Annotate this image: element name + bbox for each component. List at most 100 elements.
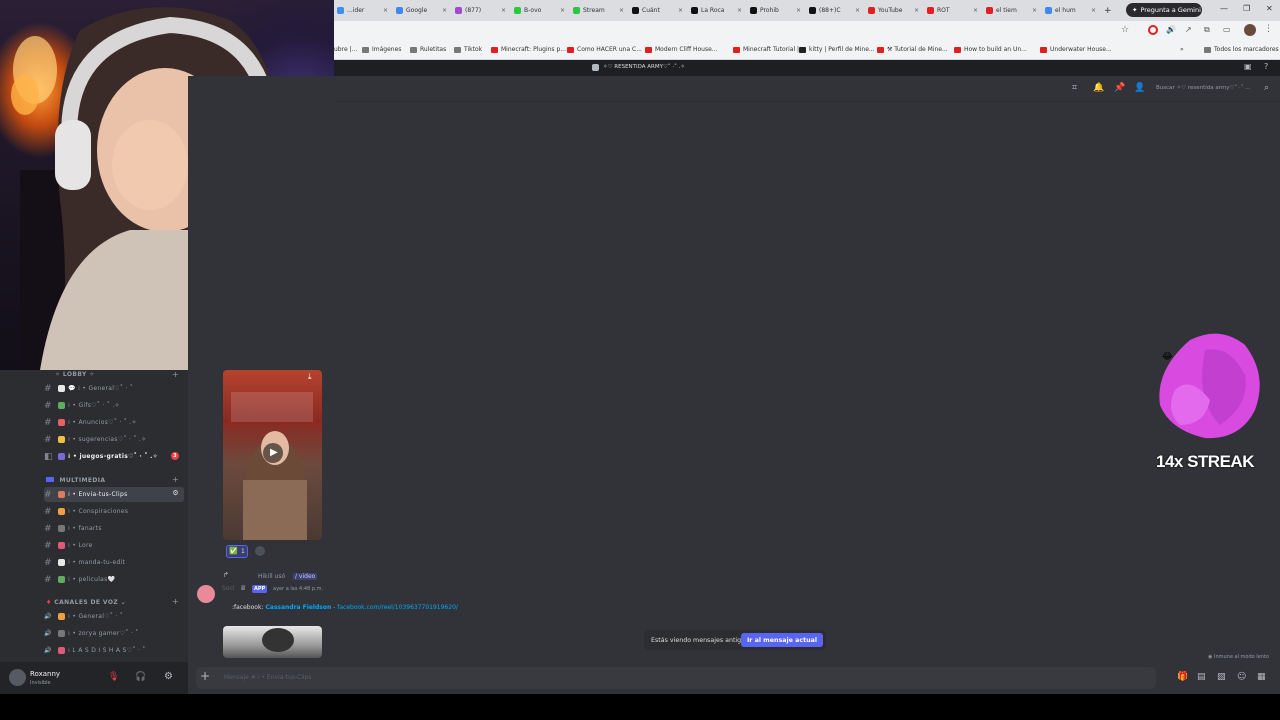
channel-item[interactable]: ◧ ⁞ • juegos-gratis♡˚ · ˚ .✧ 3	[44, 449, 184, 464]
add-channel-icon[interactable]: +	[172, 370, 179, 379]
message-input[interactable]: + Mensaje # ⁞ • Envia-tus-Clips	[196, 667, 1156, 689]
video-clip-thumbnail-2[interactable]	[223, 626, 322, 658]
play-button[interactable]: ▶	[263, 443, 283, 463]
notification-bell-icon[interactable]: 🔔	[1093, 83, 1104, 93]
channel-item[interactable]: # ⁞ • Anuncios♡˚ · ˚ .✧	[44, 415, 184, 430]
channel-item[interactable]: # ⁞ • Gifs♡˚ · ˚ .✧	[44, 398, 184, 413]
tab-close-icon[interactable]: ×	[383, 7, 388, 14]
download-icon[interactable]: ⤓	[308, 372, 312, 382]
bookmark-item[interactable]: Imágenes	[362, 46, 401, 53]
emoji-icon[interactable]: ☺	[1237, 672, 1246, 682]
extensions-puzzle-icon[interactable]: ⧉	[1204, 25, 1210, 35]
window-close-icon[interactable]: ✕	[1266, 4, 1273, 13]
avatar[interactable]	[9, 669, 26, 686]
gemini-button[interactable]: ✦ Pregunta a Gemini	[1126, 3, 1202, 17]
minimize-icon[interactable]: —	[1220, 4, 1228, 13]
bookmark-item[interactable]: How to build an Un...	[954, 46, 1027, 53]
tab-close-icon[interactable]: ×	[678, 7, 683, 14]
bot-avatar[interactable]	[197, 585, 215, 603]
bookmark-item[interactable]: Ruletitas	[410, 46, 446, 53]
tab-close-icon[interactable]: ×	[855, 7, 860, 14]
browser-tab[interactable]: Cuánt ×	[629, 3, 686, 18]
tab-close-icon[interactable]: ×	[973, 7, 978, 14]
channel-item[interactable]: # ⁞ • peliculas🤍	[44, 572, 184, 587]
jump-to-present-button[interactable]: Ir al mensaje actual	[740, 633, 823, 647]
reaction-check[interactable]: ✅ 1	[226, 545, 248, 558]
browser-tab[interactable]: Google ×	[393, 3, 450, 18]
restore-icon[interactable]: ❐	[1243, 4, 1250, 13]
channel-settings-icon[interactable]: ⚙	[172, 489, 179, 497]
inbox-icon[interactable]: ▣	[1244, 62, 1252, 71]
bookmark-item[interactable]: Minecraft: Plugins p...	[491, 46, 566, 53]
browser-tab[interactable]: ...ider ×	[334, 3, 391, 18]
channel-item[interactable]: 🔊 ⁞ • zorya gamer♡˚ · ˚	[44, 626, 184, 641]
profile-avatar[interactable]	[1244, 24, 1256, 36]
new-tab-icon[interactable]: +	[1101, 3, 1112, 18]
tab-close-icon[interactable]: ×	[501, 7, 506, 14]
bookmark-star-icon[interactable]: ☆	[1121, 25, 1129, 35]
category-multimedia[interactable]: MULTIMEDIA	[46, 477, 105, 484]
mute-icon[interactable]: 🎙	[108, 672, 119, 682]
add-attachment-icon[interactable]: +	[200, 669, 210, 683]
browser-tab[interactable]: (88+)C ×	[806, 3, 863, 18]
bookmark-stub[interactable]: ubre |...	[334, 46, 357, 53]
search-icon[interactable]: ⌕	[1264, 83, 1269, 93]
category-voice[interactable]: ♦ CANALES DE VOZ ⌄	[46, 599, 126, 606]
threads-icon[interactable]: ⌗	[1072, 83, 1077, 93]
opera-extension-icon[interactable]	[1148, 25, 1158, 35]
members-icon[interactable]: 👤	[1134, 83, 1145, 93]
bookmarks-overflow-icon[interactable]: »	[1180, 46, 1184, 53]
browser-tab[interactable]: ROT ×	[924, 3, 981, 18]
headphones-icon[interactable]: 🎧	[135, 672, 146, 682]
bookmark-item[interactable]: Minecraft Tutorial |...	[733, 46, 805, 53]
add-channel-icon[interactable]: +	[172, 475, 179, 484]
channel-item[interactable]: # ⁞ • sugerencias♡˚ · ˚ .✧	[44, 432, 184, 447]
tab-close-icon[interactable]: ×	[619, 7, 624, 14]
pinned-icon[interactable]: 📌	[1114, 83, 1125, 93]
help-icon[interactable]: ?	[1264, 62, 1268, 71]
tab-close-icon[interactable]: ×	[442, 7, 447, 14]
channel-item[interactable]: 🔊 ⁞ • General♡˚ · ˚	[44, 609, 184, 624]
browser-tab[interactable]: el hum ×	[1042, 3, 1099, 18]
extension-arrow-icon[interactable]: ↗	[1185, 25, 1192, 34]
browser-tab[interactable]: Stream ×	[570, 3, 627, 18]
tab-close-icon[interactable]: ×	[796, 7, 801, 14]
browser-tab[interactable]: La Roca ×	[688, 3, 745, 18]
all-bookmarks[interactable]: Todos los marcadores	[1204, 46, 1279, 53]
apps-icon[interactable]: ▦	[1257, 672, 1266, 682]
browser-tab[interactable]: (877) ×	[452, 3, 509, 18]
channel-item[interactable]: # ⁞ • fanarts	[44, 521, 184, 536]
search-input[interactable]: Buscar ✧♡ resentida army♡˚ ·˚ ...	[1156, 85, 1250, 91]
cast-icon[interactable]: ▭	[1223, 25, 1231, 34]
add-channel-icon[interactable]: +	[172, 597, 179, 606]
channel-item[interactable]: # ⁞ • manda-tu-edit	[44, 555, 184, 570]
bookmark-item[interactable]: Underwater House...	[1040, 46, 1112, 53]
settings-gear-icon[interactable]: ⚙	[164, 671, 173, 682]
channel-item[interactable]: # ⁞ • Lore	[44, 538, 184, 553]
message-author[interactable]: Socl	[222, 585, 234, 592]
tab-close-icon[interactable]: ×	[914, 7, 919, 14]
bookmark-item[interactable]: Tiktok	[454, 46, 482, 53]
channel-item[interactable]: # ⁞ • Envia-tus-Clips ⚙	[44, 487, 184, 502]
bookmark-item[interactable]: kitty | Perfil de Mine...	[799, 46, 875, 53]
add-reaction-icon[interactable]	[255, 546, 265, 556]
tab-close-icon[interactable]: ×	[1091, 7, 1096, 14]
browser-tab[interactable]: YouTube ×	[865, 3, 922, 18]
browser-tab[interactable]: Prohib ×	[747, 3, 804, 18]
gif-icon[interactable]: ▤	[1197, 672, 1206, 682]
tab-close-icon[interactable]: ×	[560, 7, 565, 14]
link-name[interactable]: Cassandra Fieldson	[265, 604, 331, 611]
browser-tab[interactable]: el tiem ×	[983, 3, 1040, 18]
channel-item[interactable]: # ⁞ • Conspiraciones	[44, 504, 184, 519]
channel-item[interactable]: # 💬 ⁞ • General♡˚ · ˚	[44, 381, 184, 396]
tab-close-icon[interactable]: ×	[1032, 7, 1037, 14]
sticker-icon[interactable]: ▧	[1217, 672, 1226, 682]
category-lobby[interactable]: ✧ LOBBY ✧	[55, 371, 95, 378]
tab-close-icon[interactable]: ×	[737, 7, 742, 14]
channel-item[interactable]: 🔊 ⁞ L A S D I S H A S♡˚ · ˚	[44, 643, 184, 658]
gift-icon[interactable]: 🎁	[1177, 672, 1188, 682]
browser-tab[interactable]: B-ovo ×	[511, 3, 568, 18]
browser-menu-icon[interactable]: ⋮	[1264, 24, 1273, 34]
bookmark-item[interactable]: Como HACER una C...	[567, 46, 642, 53]
message-link[interactable]: facebook.com/reel/1039637701919620/	[337, 604, 458, 611]
